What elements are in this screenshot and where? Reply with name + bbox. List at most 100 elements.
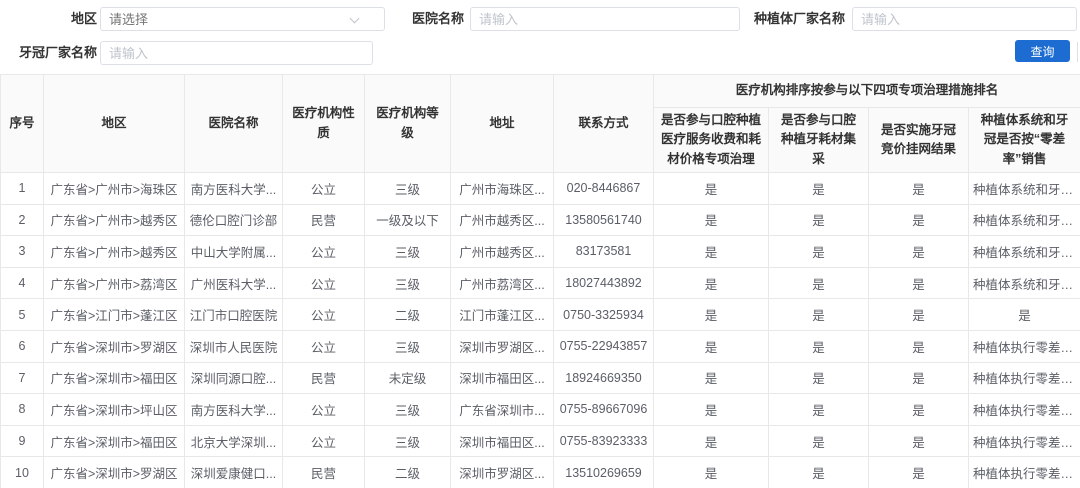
table-cell: 13580561740 [554,204,654,236]
table-cell: 种植体系统和牙冠... [969,236,1080,268]
table-cell: 广东省深圳市... [451,394,554,426]
table-cell: 广东省>广州市>越秀区 [44,236,185,268]
table-cell: 种植体系统和牙冠... [969,173,1080,205]
table-cell: 5 [1,299,44,331]
table-cell: 是 [969,299,1080,331]
table-cell: 广州市荔湾区... [451,267,554,299]
col-header-fee-governance: 是否参与口腔种植医疗服务收费和耗材价格专项治理 [654,108,769,173]
table-cell: 南方医科大学... [185,173,283,205]
table-cell: 三级 [365,173,451,205]
table-cell: 北京大学深圳... [185,425,283,457]
col-header-address: 地址 [451,75,554,173]
table-cell: 是 [769,425,869,457]
table-cell: 深圳同源口腔... [185,362,283,394]
col-header-zero-markup: 种植体系统和牙冠是否按“零差率”销售 [969,108,1080,173]
table-cell: 德伦口腔门诊部 [185,204,283,236]
table-cell: 广东省>广州市>海珠区 [44,173,185,205]
col-header-contact: 联系方式 [554,75,654,173]
table-row: 3广东省>广州市>越秀区中山大学附属...公立三级广州市越秀区...831735… [1,236,1080,268]
table-cell: 是 [869,204,969,236]
table-cell: 公立 [283,425,365,457]
table-cell: 是 [654,394,769,426]
table-cell: 是 [869,394,969,426]
table-cell: 是 [769,394,869,426]
hospital-name-input[interactable] [470,7,740,31]
implant-manufacturer-input[interactable] [852,7,1077,31]
table-cell: 民营 [283,362,365,394]
table-cell: 深圳爱康健口... [185,457,283,488]
table-cell: 是 [654,236,769,268]
table-cell: 是 [769,330,869,362]
table-cell: 种植体执行零差率... [969,394,1080,426]
table-cell: 深圳市人民医院 [185,330,283,362]
table-cell: 是 [869,330,969,362]
table-cell: 三级 [365,330,451,362]
table-row: 8广东省>深圳市>坪山区南方医科大学...公立三级广东省深圳市...0755-8… [1,394,1080,426]
table-cell: 种植体系统和牙冠... [969,204,1080,236]
table-cell: 广东省>广州市>荔湾区 [44,267,185,299]
table-cell: 是 [654,330,769,362]
table-cell: 广东省>深圳市>福田区 [44,362,185,394]
crown-manufacturer-input[interactable] [100,41,373,65]
table-cell: 是 [869,362,969,394]
table-cell: 是 [769,236,869,268]
table-cell: 是 [869,236,969,268]
table-cell: 0755-22943857 [554,330,654,362]
table-cell: 广东省>深圳市>福田区 [44,425,185,457]
table-cell: 7 [1,362,44,394]
region-select[interactable] [100,7,385,31]
table-cell: 公立 [283,299,365,331]
table-cell: 广东省>深圳市>罗湖区 [44,330,185,362]
group-header-ranking: 医疗机构排序按参与以下四项专项治理措施排名 [654,75,1080,108]
table-cell: 广东省>深圳市>坪山区 [44,394,185,426]
table-cell: 深圳市罗湖区... [451,457,554,488]
search-button[interactable]: 查询 [1015,40,1070,62]
table-cell: 是 [769,457,869,488]
table-cell: 是 [654,362,769,394]
table-cell: 广东省>深圳市>罗湖区 [44,457,185,488]
table-row: 6广东省>深圳市>罗湖区深圳市人民医院公立三级深圳市罗湖区...0755-229… [1,330,1080,362]
table-cell: 3 [1,236,44,268]
table-cell: 中山大学附属... [185,236,283,268]
table-cell: 未定级 [365,362,451,394]
table-cell: 18924669350 [554,362,654,394]
table-cell: 是 [769,362,869,394]
table-cell: 种植体执行零差率... [969,425,1080,457]
table-body: 1广东省>广州市>海珠区南方医科大学...公立三级广州市海珠区...020-84… [1,173,1080,488]
col-header-region: 地区 [44,75,185,173]
table-cell: 是 [654,425,769,457]
table-cell: 南方医科大学... [185,394,283,426]
table-cell: 深圳市福田区... [451,425,554,457]
table-cell: 是 [869,267,969,299]
col-header-crown-bidding: 是否实施牙冠竞价挂网结果 [869,108,969,173]
table-cell: 三级 [365,425,451,457]
hospital-name-label: 医院名称 [404,7,464,31]
col-header-institution-nature: 医疗机构性质 [283,75,365,173]
table-cell: 是 [654,267,769,299]
table-cell: 种植体执行零差率... [969,457,1080,488]
table-cell: 6 [1,330,44,362]
table-cell: 深圳市福田区... [451,362,554,394]
table-cell: 公立 [283,267,365,299]
table-cell: 广东省>广州市>越秀区 [44,204,185,236]
table-cell: 4 [1,267,44,299]
table-cell: 江门市蓬江区... [451,299,554,331]
table-cell: 0755-83923333 [554,425,654,457]
implant-manufacturer-label: 种植体厂家名称 [745,7,845,31]
col-header-institution-level: 医疗机构等级 [365,75,451,173]
region-select-input[interactable] [100,7,385,31]
table-cell: 公立 [283,394,365,426]
table-cell: 10 [1,457,44,488]
table-cell: 一级及以下 [365,204,451,236]
table-cell: 是 [769,299,869,331]
table-cell: 13510269659 [554,457,654,488]
table-cell: 是 [654,173,769,205]
table-cell: 9 [1,425,44,457]
table-cell: 广州医科大学... [185,267,283,299]
table-cell: 是 [869,457,969,488]
table-cell: 是 [654,457,769,488]
table-cell: 二级 [365,299,451,331]
table-cell: 广州市越秀区... [451,236,554,268]
table-cell: 是 [769,173,869,205]
table-cell: 广州市海珠区... [451,173,554,205]
